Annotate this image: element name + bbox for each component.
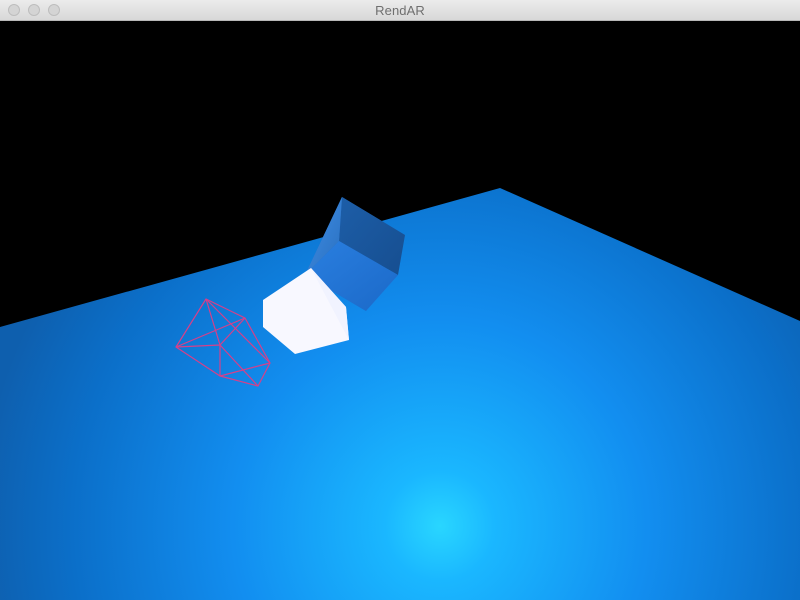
scene-canvas[interactable] xyxy=(0,21,800,600)
window-title: RendAR xyxy=(375,3,425,18)
title-bar[interactable]: RendAR xyxy=(0,0,800,21)
render-viewport[interactable] xyxy=(0,21,800,600)
app-window: RendAR xyxy=(0,0,800,600)
